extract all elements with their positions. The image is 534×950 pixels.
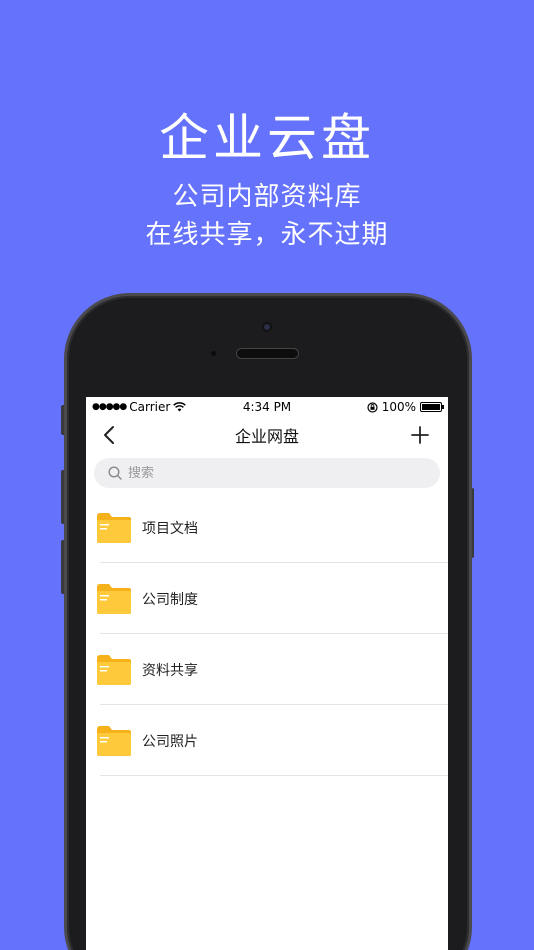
battery-icon [420, 402, 444, 412]
folder-label: 项目文档 [142, 520, 198, 537]
search-icon [108, 466, 122, 480]
folder-icon [97, 512, 131, 543]
folder-row-3[interactable]: 公司照片 [86, 705, 448, 776]
plus-icon[interactable] [410, 425, 430, 445]
folder-icon [97, 725, 131, 756]
status-time: 4:34 PM [242, 400, 292, 414]
promo-subline-2: 在线共享，永不过期 [145, 220, 389, 250]
folder-row-0[interactable]: 项目文档 [86, 492, 448, 563]
nav-bar: 企业网盘 [86, 417, 448, 453]
search-bar[interactable] [94, 458, 440, 488]
folder-icon [97, 654, 131, 685]
folder-list: 项目文档 公司制度 资料共享 公司照片 [86, 492, 448, 776]
page-title: 企业网盘 [234, 427, 299, 446]
folder-label: 公司制度 [142, 591, 198, 608]
phone-screen: ●●●●● Carrier 4:34 PM 100% 企业网盘 搜索 项目文档 … [86, 397, 448, 950]
front-camera [262, 322, 272, 332]
promo-subline-1: 公司内部资料库 [172, 182, 362, 212]
folder-row-1[interactable]: 公司制度 [86, 563, 448, 634]
folder-label: 公司照片 [142, 733, 198, 750]
proximity-sensor [211, 351, 216, 356]
folder-row-2[interactable]: 资料共享 [86, 634, 448, 705]
earpiece-speaker [236, 348, 299, 359]
chevron-left-icon[interactable] [100, 425, 120, 445]
search-input[interactable] [128, 465, 408, 481]
folder-icon [97, 583, 131, 614]
promo-headline: 企业云盘 [159, 109, 375, 167]
folder-label: 资料共享 [142, 662, 198, 679]
status-bar: ●●●●● Carrier 4:34 PM 100% [86, 397, 448, 417]
